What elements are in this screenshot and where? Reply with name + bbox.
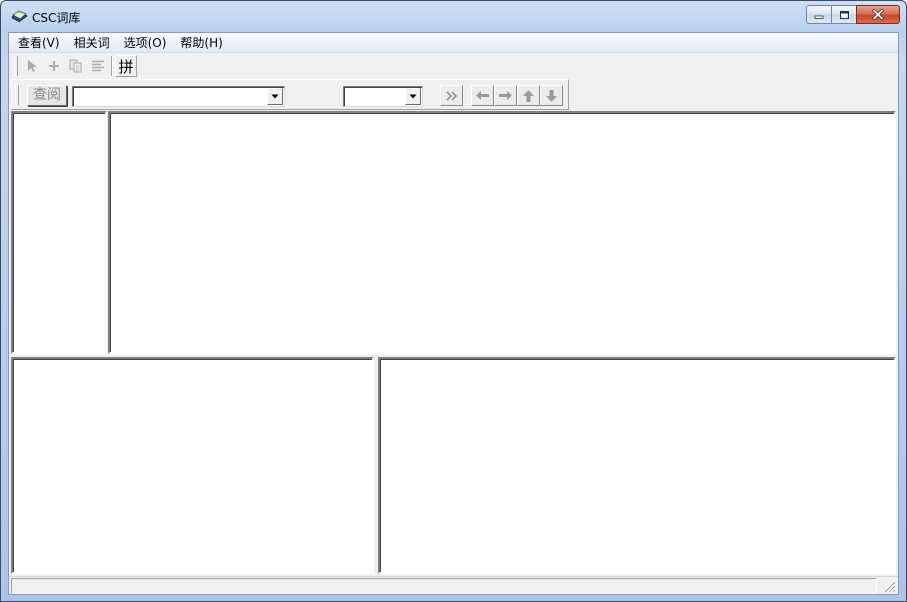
add-button[interactable] xyxy=(43,55,65,77)
copy-icon xyxy=(69,59,82,73)
back-button[interactable] xyxy=(471,85,494,106)
bottom-right-pane[interactable] xyxy=(378,357,896,574)
status-bar xyxy=(9,576,898,594)
arrow-up-icon xyxy=(523,89,534,102)
client-area: 查看(V) 相关词 选项(O) 帮助(H) 拼 查阅 xyxy=(8,32,899,595)
minimize-icon xyxy=(814,15,824,19)
bottom-left-pane[interactable] xyxy=(11,357,374,574)
toolbar-grip[interactable] xyxy=(14,56,18,76)
menu-bar: 查看(V) 相关词 选项(O) 帮助(H) xyxy=(9,33,898,53)
search-toolbar: 查阅 xyxy=(11,79,569,110)
list-icon xyxy=(92,60,104,72)
resize-grip-icon[interactable] xyxy=(882,579,896,593)
pointer-button[interactable] xyxy=(21,55,43,77)
search-combo-dropdown[interactable] xyxy=(267,88,283,105)
category-combo-dropdown[interactable] xyxy=(405,88,421,105)
maximize-icon xyxy=(839,10,849,19)
category-combo[interactable] xyxy=(343,86,423,107)
window-title: CSC词库 xyxy=(32,11,81,25)
arrow-down-icon xyxy=(546,89,557,102)
add-icon xyxy=(49,61,59,71)
search-combo[interactable] xyxy=(72,86,285,107)
main-toolbar: 拼 xyxy=(11,54,141,78)
minimize-button[interactable] xyxy=(806,5,832,24)
menu-view[interactable]: 查看(V) xyxy=(9,33,67,53)
chevron-down-icon xyxy=(409,94,417,99)
close-icon xyxy=(872,9,884,20)
definition-pane[interactable] xyxy=(108,111,896,354)
double-right-icon xyxy=(445,90,457,101)
list-button[interactable] xyxy=(87,55,109,77)
pointer-icon xyxy=(28,60,37,72)
down-button[interactable] xyxy=(540,85,563,106)
menu-related-words[interactable]: 相关词 xyxy=(67,33,117,53)
arrow-right-icon xyxy=(499,91,512,100)
app-window: CSC词库 查看(V) 相关词 选项(O) 帮助(H) 拼 查阅 xyxy=(0,0,907,602)
pinyin-button[interactable]: 拼 xyxy=(115,55,137,77)
menu-help[interactable]: 帮助(H) xyxy=(173,33,229,53)
book-icon xyxy=(11,10,28,23)
menu-options[interactable]: 选项(O) xyxy=(117,33,174,53)
arrow-left-icon xyxy=(476,91,489,100)
word-list-pane[interactable] xyxy=(11,111,107,354)
copy-button[interactable] xyxy=(65,55,87,77)
close-button[interactable] xyxy=(856,5,900,24)
toolbar-separator xyxy=(111,56,113,76)
up-button[interactable] xyxy=(517,85,540,106)
forward-button[interactable] xyxy=(494,85,517,106)
go-button[interactable] xyxy=(440,85,463,106)
maximize-button[interactable] xyxy=(831,5,857,24)
lookup-button[interactable]: 查阅 xyxy=(27,85,67,106)
chevron-down-icon xyxy=(271,94,279,99)
status-text xyxy=(11,578,877,594)
caption-buttons xyxy=(806,5,900,25)
search-toolbar-grip[interactable] xyxy=(15,85,19,105)
title-bar[interactable]: CSC词库 xyxy=(1,1,906,31)
